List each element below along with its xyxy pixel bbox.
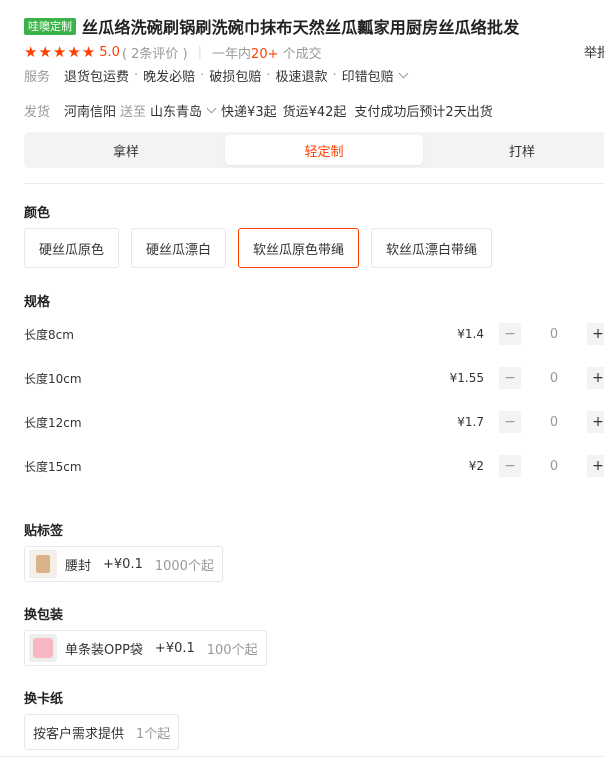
chevron-down-icon[interactable] — [398, 68, 409, 78]
separator: | — [197, 44, 203, 60]
increment-button[interactable]: + — [587, 367, 604, 389]
addon-moq: 1000个起 — [154, 558, 214, 574]
ship-eta: 支付成功后预计2天出货 — [354, 104, 493, 120]
quantity-stepper: − 0 + — [499, 323, 604, 345]
color-options: 硬丝瓜原色 硬丝瓜漂白 软丝瓜原色带绳 软丝瓜漂白带绳 — [24, 228, 493, 268]
service-item: 破损包赔 — [209, 69, 262, 85]
decrement-button[interactable]: − — [499, 367, 521, 389]
rating-stars: ★ ★ ★ ★ ★ — [24, 42, 96, 61]
increment-button[interactable]: + — [587, 411, 604, 433]
tab-light-custom[interactable]: 轻定制 — [225, 135, 423, 165]
review-count-link[interactable]: ( 2条评价 ) — [122, 43, 188, 62]
express-fee: 快递¥3起 — [221, 104, 277, 120]
spec-name: 长度12cm — [24, 415, 82, 430]
ship-from: 河南信阳 — [64, 104, 117, 120]
spec-name: 长度8cm — [24, 327, 74, 342]
spec-name: 长度10cm — [24, 371, 82, 386]
spec-price: ¥2 — [468, 459, 484, 473]
divider — [24, 183, 604, 184]
spec-price: ¥1.55 — [449, 371, 484, 385]
shipping-row: 发货 河南信阳 送至 山东青岛 快递¥3起 货运¥42起 支付成功后预计2天出货 — [24, 100, 604, 120]
quantity-stepper: − 0 + — [499, 411, 604, 433]
product-title: 丝瓜络洗碗刷锅刷洗碗巾抹布天然丝瓜瓤家用厨房丝瓜络批发 — [82, 18, 520, 37]
rating-row: ★ ★ ★ ★ ★ 5.0 ( 2条评价 ) | 一年内20+ 个成交 举报 — [24, 42, 604, 62]
spec-row: 长度12cm ¥1.7 − 0 + — [24, 410, 604, 434]
ship-destination[interactable]: 山东青岛 — [150, 101, 202, 120]
decrement-button[interactable]: − — [499, 323, 521, 345]
color-option-selected[interactable]: 软丝瓜原色带绳 — [238, 228, 360, 268]
addon-price: +¥0.1 — [154, 640, 195, 656]
custom-badge: 哇噢定制 — [24, 17, 76, 35]
service-item: 退货包运费 — [64, 69, 130, 85]
service-item: 印错包赔 — [341, 69, 394, 85]
quantity-input[interactable]: 0 — [521, 371, 587, 386]
package-section-title: 换包装 — [24, 608, 64, 623]
shipping-label: 发货 — [24, 104, 51, 120]
addon-name: 腰封 — [65, 558, 92, 574]
quantity-input[interactable]: 0 — [521, 459, 587, 474]
service-label: 服务 — [24, 69, 51, 85]
decrement-button[interactable]: − — [499, 455, 521, 477]
star-icon: ★ — [24, 42, 38, 61]
waist-band-thumbnail — [29, 550, 57, 578]
star-icon: ★ — [38, 42, 52, 61]
service-item: 极速退款 — [275, 69, 328, 85]
color-section-title: 颜色 — [24, 206, 51, 221]
quantity-stepper: − 0 + — [499, 455, 604, 477]
star-icon: ★ — [52, 42, 67, 61]
addon-moq: 1个起 — [136, 726, 171, 742]
decrement-button[interactable]: − — [499, 411, 521, 433]
spec-section-title: 规格 — [24, 295, 51, 310]
label-section-title: 贴标签 — [24, 524, 64, 539]
spec-row: 长度10cm ¥1.55 − 0 + — [24, 366, 604, 390]
tab-proofing[interactable]: 打样 — [423, 135, 604, 165]
product-title-row: 哇噢定制 丝瓜络洗碗刷锅刷洗碗巾抹布天然丝瓜瓤家用厨房丝瓜络批发 — [24, 14, 604, 38]
addon-price: +¥0.1 — [103, 556, 143, 572]
tab-sample[interactable]: 拿样 — [27, 135, 225, 165]
color-option[interactable]: 软丝瓜漂白带绳 — [371, 228, 493, 268]
addon-name: 按客户需求提供 — [33, 726, 125, 742]
spec-row: 长度8cm ¥1.4 − 0 + — [24, 322, 604, 346]
addon-waist-band[interactable]: 腰封 +¥0.1 1000个起 — [24, 546, 223, 582]
addon-card-paper[interactable]: 按客户需求提供 1个起 — [24, 714, 180, 750]
service-row: 服务 退货包运费 · 晚发必赔 · 破损包赔 · 极速退款 · 印错包赔 — [24, 66, 604, 84]
addon-name: 单条装OPP袋 — [65, 642, 143, 658]
quantity-input[interactable]: 0 — [521, 415, 587, 430]
star-icon: ★ — [81, 42, 96, 61]
report-link[interactable]: 举报 — [584, 42, 604, 61]
sold-count: 一年内20+ 个成交 — [212, 46, 322, 62]
card-section-title: 换卡纸 — [24, 692, 64, 707]
quantity-stepper: − 0 + — [499, 367, 604, 389]
addon-moq: 100个起 — [206, 642, 258, 658]
opp-bag-thumbnail — [29, 634, 57, 662]
color-option[interactable]: 硬丝瓜漂白 — [131, 228, 227, 268]
purchase-mode-tabs: 拿样 轻定制 打样 — [24, 132, 604, 168]
chevron-down-icon[interactable] — [206, 103, 217, 113]
increment-button[interactable]: + — [587, 323, 604, 345]
spec-name: 长度15cm — [24, 459, 82, 474]
addon-opp-bag[interactable]: 单条装OPP袋 +¥0.1 100个起 — [24, 630, 267, 666]
increment-button[interactable]: + — [587, 455, 604, 477]
quantity-input[interactable]: 0 — [521, 327, 587, 342]
freight-fee: 货运¥42起 — [282, 104, 347, 120]
divider — [0, 756, 604, 757]
star-icon: ★ — [67, 42, 81, 61]
spec-row: 长度15cm ¥2 − 0 + — [24, 454, 604, 478]
rating-score: 5.0 — [99, 44, 120, 60]
color-option[interactable]: 硬丝瓜原色 — [24, 228, 120, 268]
ship-to-word: 送至 — [120, 104, 147, 120]
spec-price: ¥1.4 — [457, 327, 484, 341]
spec-price: ¥1.7 — [457, 415, 484, 429]
service-item: 晚发必赔 — [143, 69, 196, 85]
